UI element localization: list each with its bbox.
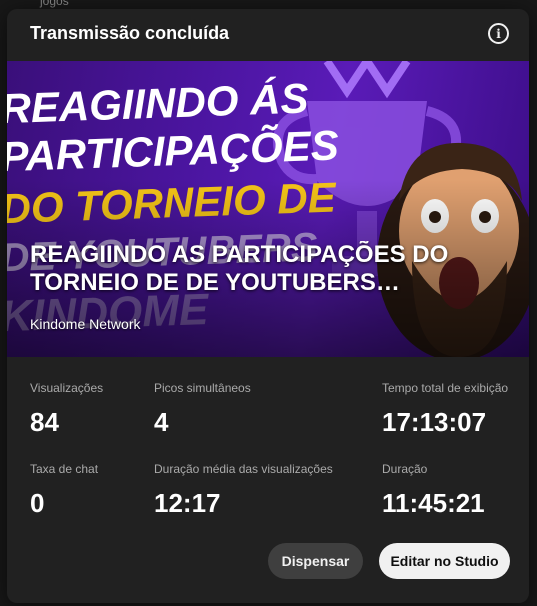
info-icon[interactable]: i bbox=[488, 23, 509, 44]
stat-value: 17:13:07 bbox=[382, 407, 487, 437]
stat-avg-view-duration: Duração média das visualizações 12:17 bbox=[154, 462, 333, 519]
stat-views: Visualizações 84 bbox=[30, 381, 103, 438]
stat-label: Duração bbox=[382, 462, 428, 476]
channel-name[interactable]: Kindome Network bbox=[30, 316, 141, 332]
dismiss-button[interactable]: Dispensar bbox=[268, 543, 363, 579]
stat-value: 0 bbox=[30, 488, 45, 518]
stat-label: Taxa de chat bbox=[30, 462, 99, 476]
stat-chat-rate: Taxa de chat 0 bbox=[30, 462, 98, 519]
stat-label: Picos simultâneos bbox=[154, 381, 251, 395]
dialog-title: Transmissão concluída bbox=[30, 23, 230, 43]
stat-label: Duração média das visualizações bbox=[154, 462, 333, 476]
video-title[interactable]: REAGIINDO AS PARTICIPAÇÕES DO TORNEIO DE… bbox=[30, 241, 500, 297]
stat-value: 12:17 bbox=[154, 488, 221, 518]
stream-ended-dialog: Transmissão concluída i REAGIINDO AS PAR… bbox=[7, 9, 529, 603]
stat-duration: Duração 11:45:21 bbox=[382, 462, 485, 519]
stat-peak-concurrent: Picos simultâneos 4 bbox=[154, 381, 251, 438]
stat-label: Visualizações bbox=[30, 381, 104, 395]
stat-watch-time: Tempo total de exibição 17:13:07 bbox=[382, 381, 508, 438]
edit-in-studio-button[interactable]: Editar no Studio bbox=[379, 543, 510, 579]
video-thumbnail[interactable]: REAGIINDO ÁS PARTICIPAÇÕES DO TORNEIO DE… bbox=[7, 61, 529, 357]
thumbnail-shade bbox=[7, 61, 529, 357]
stat-label: Tempo total de exibição bbox=[382, 381, 509, 395]
stat-value: 4 bbox=[154, 407, 169, 437]
stat-value: 11:45:21 bbox=[382, 488, 485, 518]
stat-value: 84 bbox=[30, 407, 59, 437]
background-text: jogos bbox=[40, 0, 69, 8]
dialog-header: Transmissão concluída i bbox=[7, 9, 529, 61]
